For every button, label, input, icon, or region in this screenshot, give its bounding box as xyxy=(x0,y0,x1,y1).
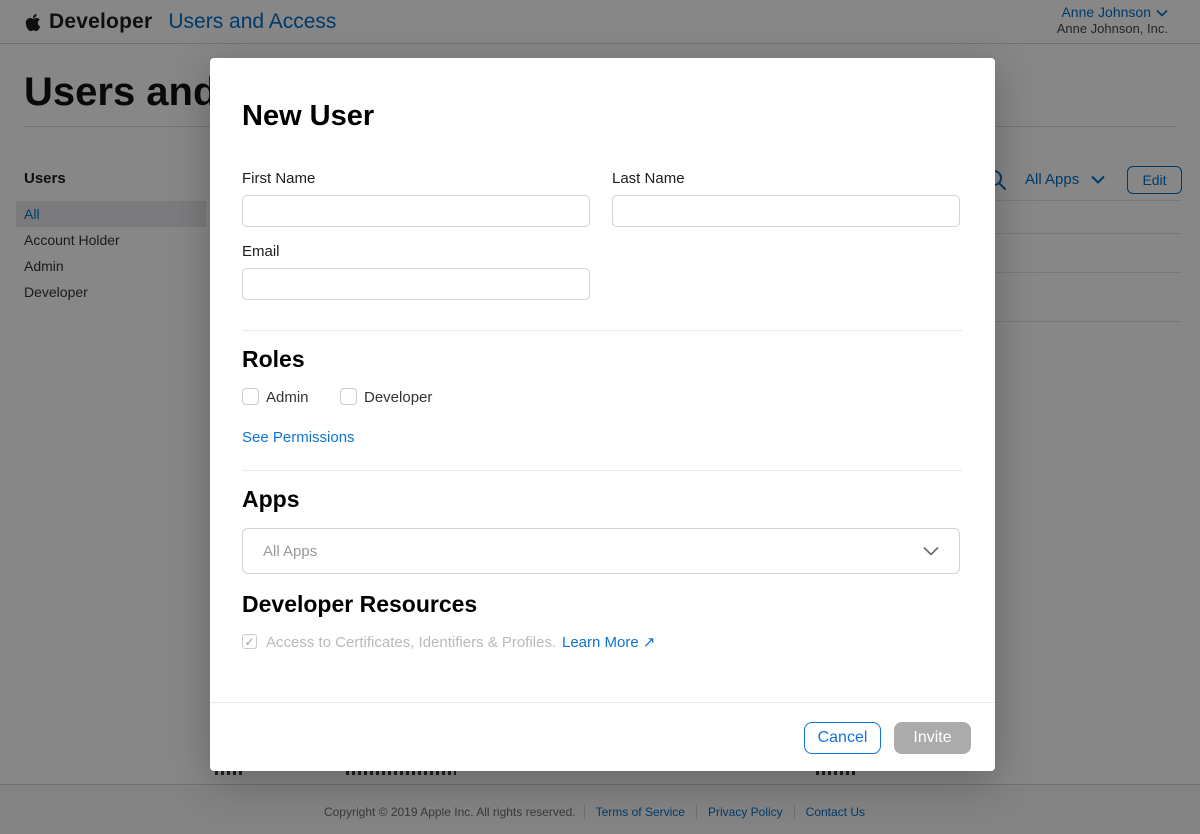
new-user-modal: New User First Name Last Name Email Role… xyxy=(210,58,995,771)
cancel-button[interactable]: Cancel xyxy=(804,722,881,754)
apps-select-placeholder: All Apps xyxy=(263,543,923,560)
roles-heading: Roles xyxy=(242,346,305,373)
modal-title: New User xyxy=(242,100,374,133)
admin-checkbox[interactable] xyxy=(242,388,259,405)
apps-heading: Apps xyxy=(242,486,300,513)
invite-button[interactable]: Invite xyxy=(894,722,971,754)
first-name-label: First Name xyxy=(242,170,315,187)
first-name-input[interactable] xyxy=(242,195,590,227)
apps-select-dropdown[interactable]: All Apps xyxy=(242,528,960,574)
email-input[interactable] xyxy=(242,268,590,300)
section-divider xyxy=(242,330,962,331)
email-label: Email xyxy=(242,243,280,260)
see-permissions-link[interactable]: See Permissions xyxy=(242,429,355,446)
external-link-arrow-icon: ↗ xyxy=(643,633,656,651)
developer-checkbox-label[interactable]: Developer xyxy=(364,389,432,406)
certificates-access-label: Access to Certificates, Identifiers & Pr… xyxy=(266,634,556,651)
modal-footer-divider xyxy=(210,702,995,703)
learn-more-link[interactable]: Learn More xyxy=(562,634,639,651)
last-name-input[interactable] xyxy=(612,195,960,227)
last-name-label: Last Name xyxy=(612,170,685,187)
admin-checkbox-label[interactable]: Admin xyxy=(266,389,309,406)
certificates-access-checkbox: ✓ xyxy=(242,634,257,649)
developer-resources-heading: Developer Resources xyxy=(242,591,477,618)
section-divider xyxy=(242,470,962,471)
chevron-down-icon xyxy=(923,546,939,556)
developer-checkbox[interactable] xyxy=(340,388,357,405)
